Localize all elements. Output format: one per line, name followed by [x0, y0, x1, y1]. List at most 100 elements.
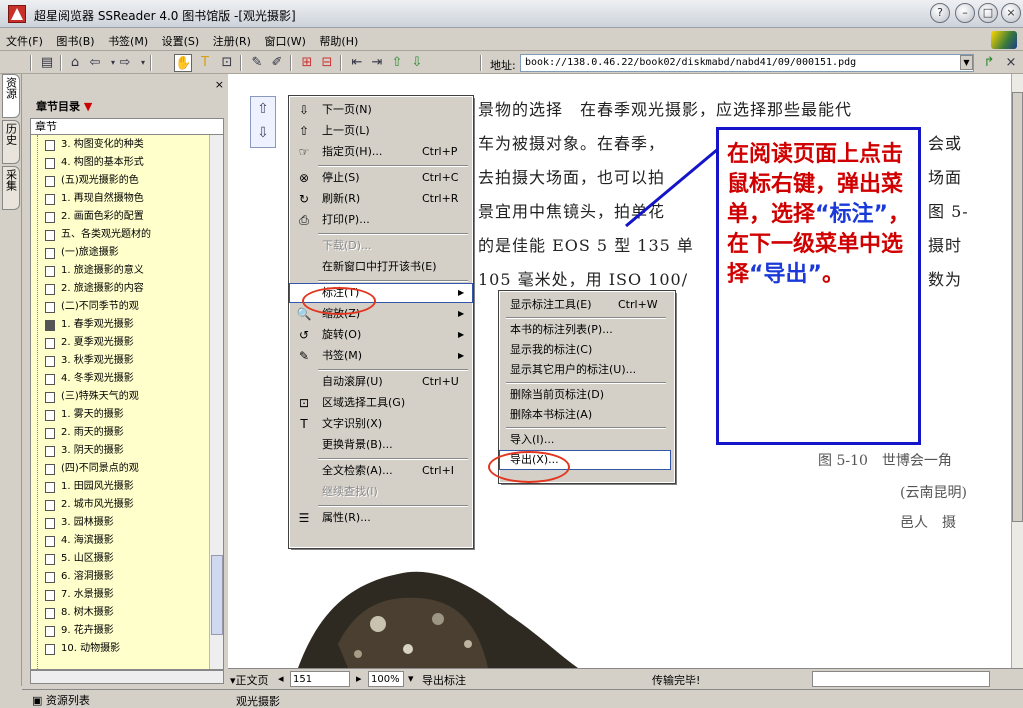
menu-book[interactable]: 图书(B)	[50, 29, 98, 49]
next-page-icon[interactable]: ⇩	[251, 121, 275, 145]
zoom-out-icon[interactable]: ⊟	[318, 54, 336, 72]
sidebar-close-icon[interactable]: ×	[215, 78, 224, 91]
page-mode-dropdown[interactable]: ▾正文页	[230, 672, 269, 688]
tree-item[interactable]: (五)观光摄影的色	[31, 173, 211, 189]
last-page-icon[interactable]: ⇥	[368, 54, 386, 72]
tree-item[interactable]: 2. 雨天的摄影	[31, 425, 211, 441]
context-menu-item[interactable]: ⇧ 上一页(L)	[290, 122, 472, 140]
context-menu-item[interactable]: 下载(D)...	[290, 237, 472, 255]
tree-item[interactable]: 3. 秋季观光摄影	[31, 353, 211, 369]
close-button[interactable]: ×	[1001, 3, 1021, 23]
tree-item[interactable]: 8. 树木摄影	[31, 605, 211, 621]
page-up-icon[interactable]: ⇧	[388, 54, 406, 72]
tree-item[interactable]: 3. 构图变化的种类	[31, 137, 211, 153]
tree-item[interactable]: 7. 水景摄影	[31, 587, 211, 603]
context-menu-item[interactable]: ☰ 属性(R)...	[290, 509, 472, 527]
tree-item[interactable]: 3. 园林摄影	[31, 515, 211, 531]
menu-window[interactable]: 窗口(W)	[258, 29, 309, 49]
address-dropdown-icon[interactable]: ▼	[960, 55, 973, 70]
menu-file[interactable]: 文件(F)	[0, 29, 47, 49]
page-next-arrow-icon[interactable]: ▸	[356, 672, 362, 685]
submenu-item[interactable]: 删除本书标注(A)	[500, 406, 670, 424]
menu-settings[interactable]: 设置(S)	[156, 29, 204, 49]
context-menu-item[interactable]: ⊗ 停止(S) Ctrl+C	[290, 169, 472, 187]
tree-scroll-thumb[interactable]	[211, 555, 223, 635]
highlight-icon[interactable]: ✐	[268, 54, 286, 72]
tree-item[interactable]: 3. 阴天的摄影	[31, 443, 211, 459]
forward-icon[interactable]: ⇨	[116, 54, 134, 72]
prev-page-icon[interactable]: ⇧	[251, 97, 275, 121]
select-region-icon[interactable]: ⊡	[218, 54, 236, 72]
maximize-button[interactable]: □	[978, 3, 998, 23]
home-icon[interactable]: ⌂	[66, 54, 84, 72]
zoom-in-icon[interactable]: ⊞	[298, 54, 316, 72]
context-menu-item[interactable]: 更换背景(B)...	[290, 436, 472, 454]
tree-item[interactable]: 6. 溶洞摄影	[31, 569, 211, 585]
page-down-icon[interactable]: ⇩	[408, 54, 426, 72]
context-menu-item[interactable]: 继续查找(I)	[290, 483, 472, 501]
submenu-item[interactable]: 本书的标注列表(P)...	[500, 321, 670, 339]
tree-item[interactable]: 4. 海滨摄影	[31, 533, 211, 549]
help-button[interactable]: ?	[930, 3, 950, 23]
submenu-item[interactable]: 显示标注工具(E) Ctrl+W	[500, 296, 670, 314]
context-menu-item[interactable]: 全文检索(A)... Ctrl+I	[290, 462, 472, 480]
context-menu-item[interactable]: ⊡ 区域选择工具(G)	[290, 394, 472, 412]
context-menu-item[interactable]: ⎙ 打印(P)...	[290, 211, 472, 229]
page-prev-arrow-icon[interactable]: ◂	[278, 672, 284, 685]
tree-item[interactable]: 2. 夏季观光摄影	[31, 335, 211, 351]
tree-item[interactable]: 1. 春季观光摄影	[31, 317, 211, 333]
context-menu-item[interactable]: ⇩ 下一页(N)	[290, 101, 472, 119]
context-menu-item[interactable]: ☞ 指定页(H)... Ctrl+P	[290, 143, 472, 161]
horizontal-scrollbar[interactable]	[812, 671, 990, 687]
context-menu-item[interactable]: ↻ 刷新(R) Ctrl+R	[290, 190, 472, 208]
annotate-icon[interactable]: ✎	[248, 54, 266, 72]
context-menu-item[interactable]: 在新窗口中打开该书(E)	[290, 258, 472, 276]
page-scroll-thumb[interactable]	[1012, 92, 1023, 522]
submenu-item[interactable]: 显示其它用户的标注(U)...	[500, 361, 670, 379]
submenu-item[interactable]: 删除当前页标注(D)	[500, 386, 670, 404]
context-menu-item[interactable]: T 文字识别(X)	[290, 415, 472, 433]
context-menu-item[interactable]: ↺ 旋转(O) ▶	[290, 326, 472, 344]
tab-collect[interactable]: 采集	[2, 166, 20, 210]
context-menu-item[interactable]: ✎ 书签(M) ▶	[290, 347, 472, 365]
tree-horizontal-scrollbar[interactable]	[30, 670, 224, 684]
text-tool-icon[interactable]: T	[196, 54, 214, 72]
tree-item[interactable]: 1. 田园风光摄影	[31, 479, 211, 495]
tree-item[interactable]: (三)特殊天气的观	[31, 389, 211, 405]
tree-item[interactable]: 2. 城市风光摄影	[31, 497, 211, 513]
tree-item[interactable]: (四)不同景点的观	[31, 461, 211, 477]
tree-item[interactable]: 4. 构图的基本形式	[31, 155, 211, 171]
submenu-item[interactable]: 显示我的标注(C)	[500, 341, 670, 359]
menu-register[interactable]: 注册(R)	[207, 29, 255, 49]
tree-item[interactable]: 4. 冬季观光摄影	[31, 371, 211, 387]
toolbar-close-icon[interactable]: ×	[1002, 54, 1020, 72]
back-icon[interactable]: ⇦	[86, 54, 104, 72]
zoom-input[interactable]: 100%	[368, 671, 404, 687]
tree-item[interactable]: 1. 雾天的摄影	[31, 407, 211, 423]
address-input[interactable]: book://138.0.46.22/book02/diskmabd/nabd4…	[520, 54, 974, 72]
tree-vertical-scrollbar[interactable]	[209, 135, 223, 669]
tab-history[interactable]: 历史	[2, 120, 20, 164]
tree-item[interactable]: 五、各类观光题材的	[31, 227, 211, 243]
menu-bookmark[interactable]: 书签(M)	[102, 29, 152, 49]
go-icon[interactable]: ↱	[980, 54, 998, 72]
minimize-button[interactable]: –	[955, 3, 975, 23]
tree-item[interactable]: 10. 动物摄影	[31, 641, 211, 657]
first-page-icon[interactable]: ⇤	[348, 54, 366, 72]
page-number-input[interactable]: 151	[290, 671, 350, 687]
tree-item[interactable]: 5. 山区摄影	[31, 551, 211, 567]
sidebar-title[interactable]: 章节目录 ▼	[30, 98, 220, 116]
resource-list-tab[interactable]: ▣ 资源列表	[22, 689, 228, 708]
zoom-dropdown-icon[interactable]: ▾	[408, 672, 414, 685]
tree-item[interactable]: 1. 旅途摄影的意义	[31, 263, 211, 279]
tree-item[interactable]: 2. 旅途摄影的内容	[31, 281, 211, 297]
page-vertical-scrollbar[interactable]	[1011, 74, 1023, 668]
submenu-item[interactable]: 导入(I)...	[500, 431, 670, 449]
tree-item[interactable]: 2. 画面色彩的配置	[31, 209, 211, 225]
context-menu-item[interactable]: 自动滚屏(U) Ctrl+U	[290, 373, 472, 391]
tree-item[interactable]: 9. 花卉摄影	[31, 623, 211, 639]
tab-resources[interactable]: 资源	[2, 74, 20, 118]
tree-item[interactable]: 1. 再现自然摄物色	[31, 191, 211, 207]
tree-item[interactable]: (一)旅途摄影	[31, 245, 211, 261]
menu-help[interactable]: 帮助(H)	[313, 29, 362, 49]
